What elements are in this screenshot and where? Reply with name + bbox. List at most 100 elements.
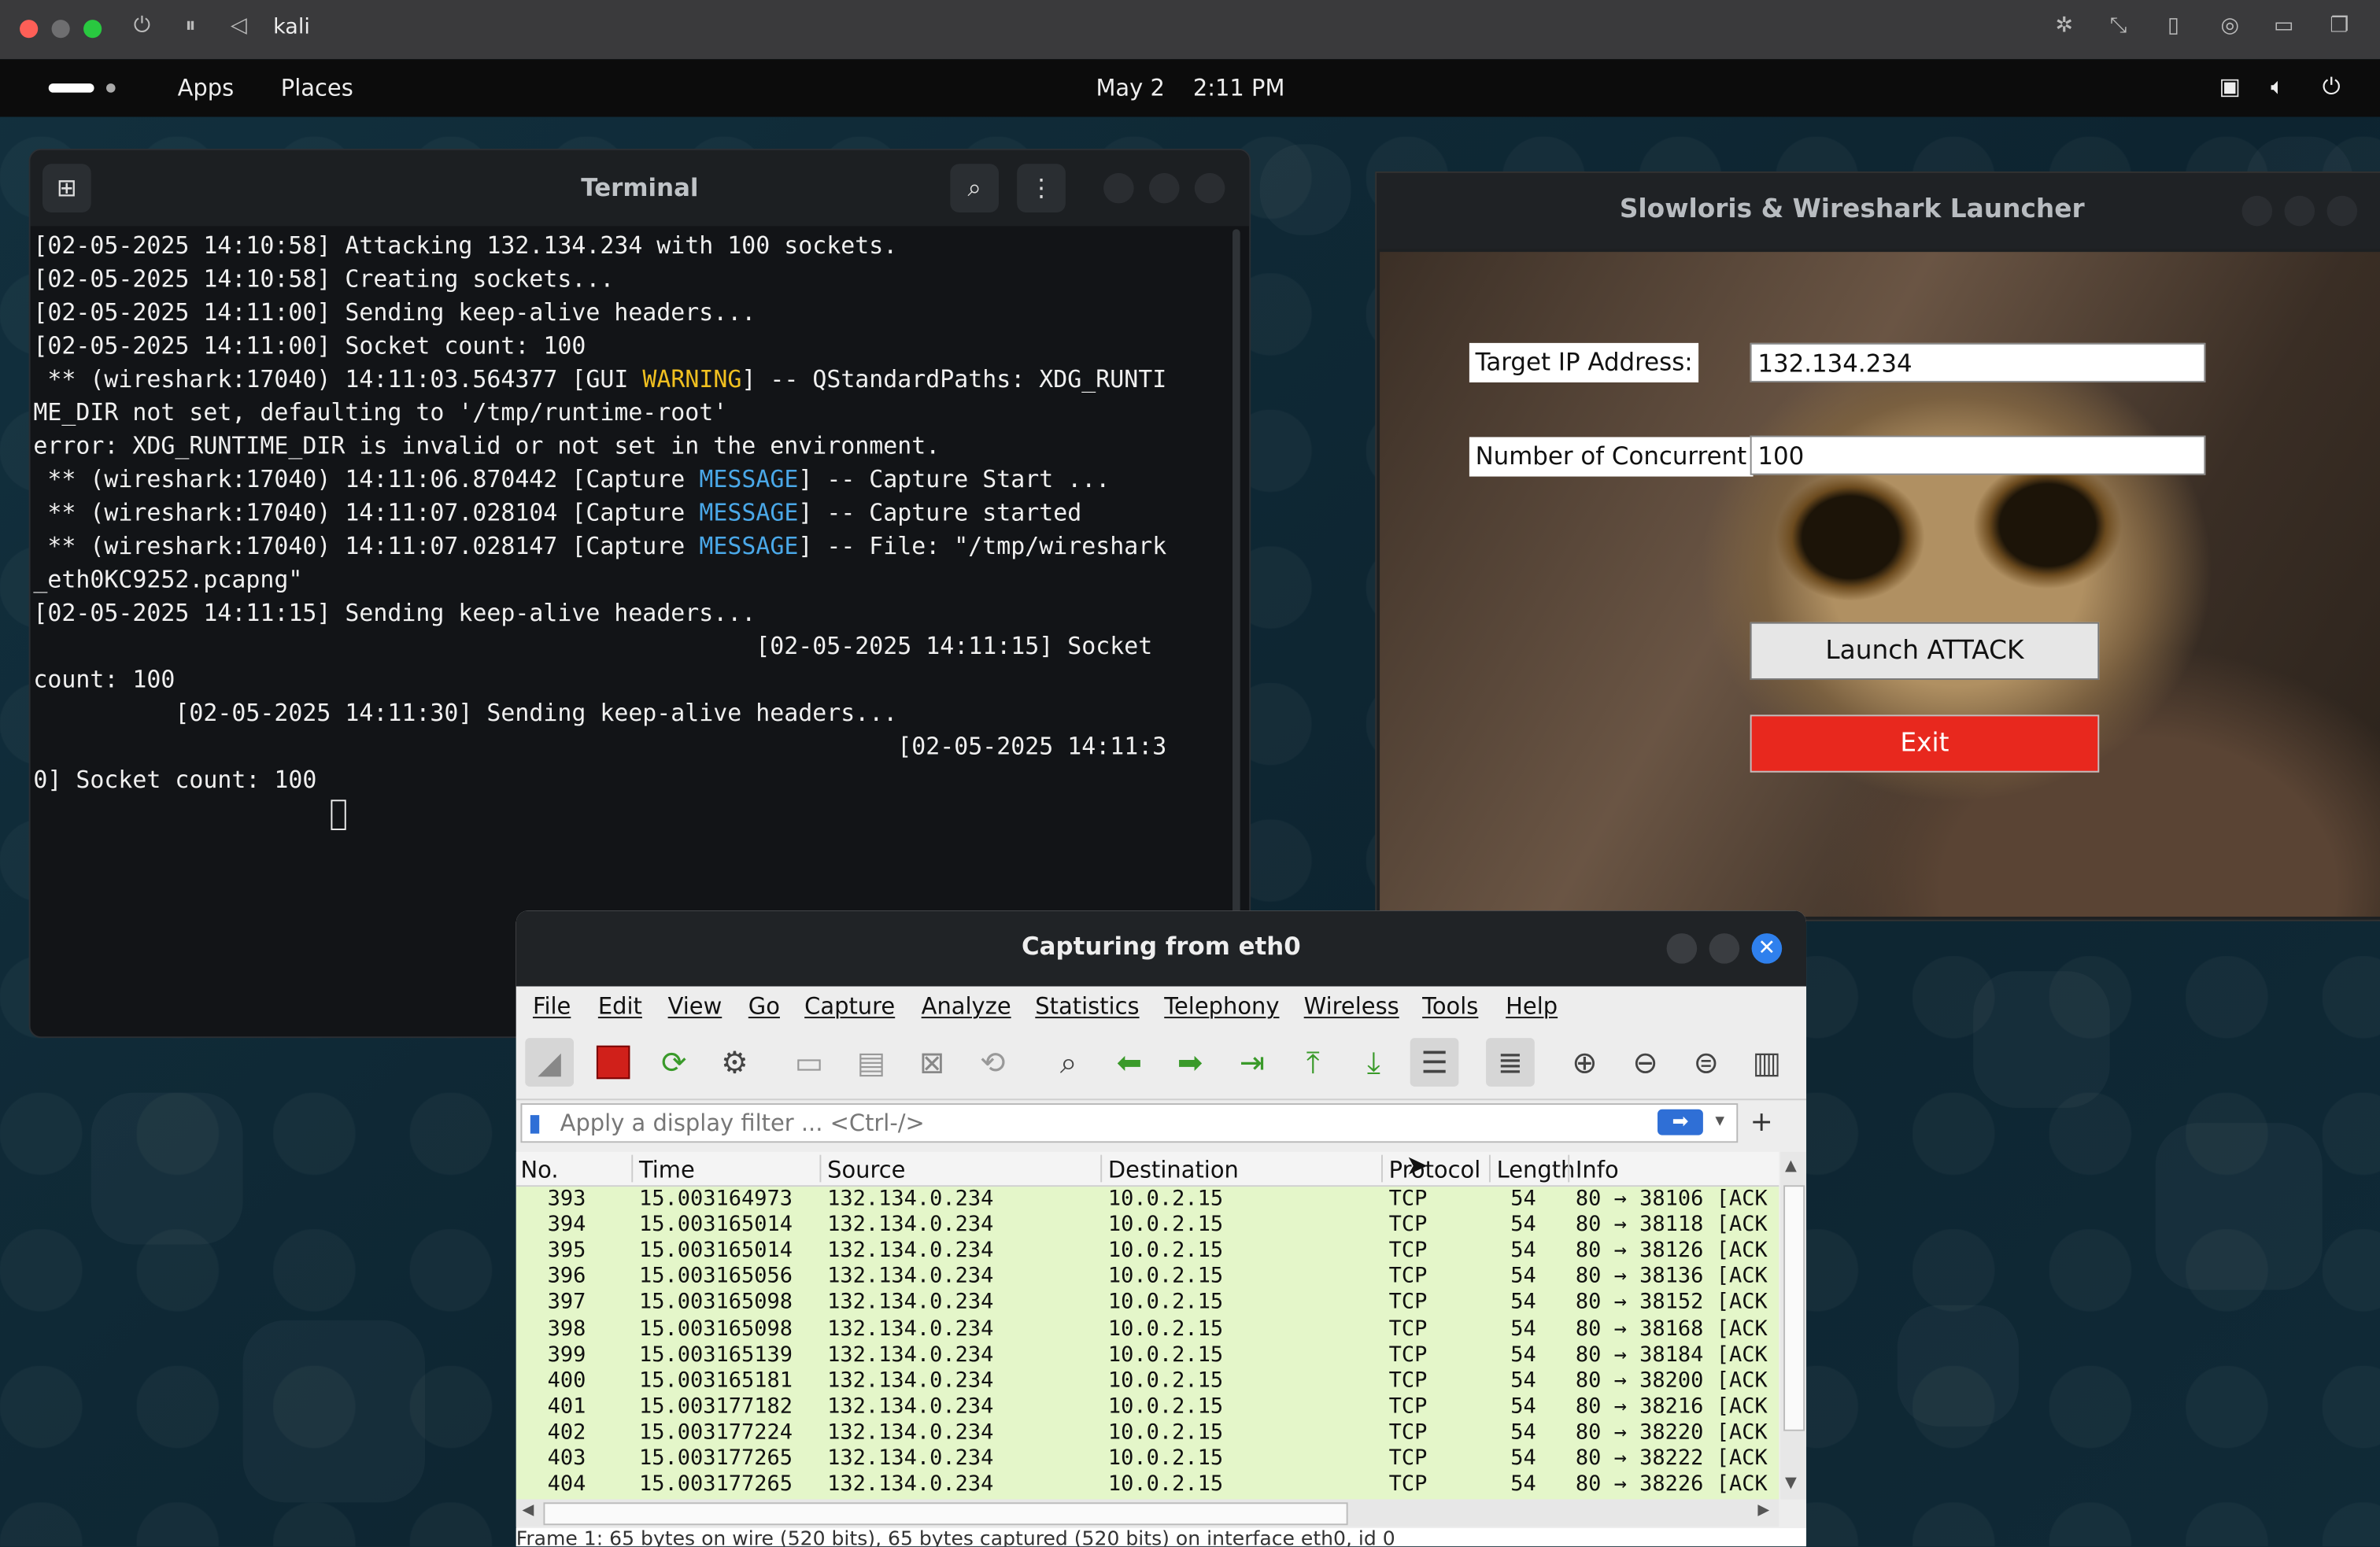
volume-icon[interactable]: 🔈︎: [2271, 73, 2284, 101]
table-row[interactable]: 403 15.003177265 132.134.0.234 10.0.2.15 TCP…: [516, 1446, 1779, 1472]
add-filter-icon[interactable]: +: [1750, 1106, 1773, 1139]
help-icon[interactable]: ▣: [2219, 73, 2241, 101]
usb-icon[interactable]: ▯: [2168, 13, 2179, 38]
menu-go[interactable]: Go: [748, 992, 780, 1020]
pause-icon[interactable]: ⏸: [185, 13, 196, 38]
exit-button[interactable]: Exit: [1750, 714, 2100, 773]
table-row[interactable]: 396 15.003165056 132.134.0.234 10.0.2.15 TCP…: [516, 1265, 1779, 1290]
minimize-window-button[interactable]: [51, 20, 70, 39]
menu-view[interactable]: View: [668, 992, 722, 1020]
workspace-indicator[interactable]: [48, 83, 94, 93]
menu-telephony[interactable]: Telephony: [1164, 992, 1279, 1020]
column-header-protocol[interactable]: Protocol: [1389, 1157, 1481, 1184]
panel-date[interactable]: May 2: [1096, 75, 1164, 102]
power-menu-icon[interactable]: ⏻: [2323, 73, 2341, 101]
table-row[interactable]: 395 15.003165014 132.134.0.234 10.0.2.15 TCP…: [516, 1239, 1779, 1265]
panel-time[interactable]: 2:11 PM: [1193, 75, 1285, 102]
stop-capture-icon[interactable]: [589, 1038, 638, 1087]
menu-tools[interactable]: Tools: [1422, 992, 1478, 1020]
terminal-scrollbar[interactable]: [1232, 229, 1240, 988]
table-row[interactable]: 397 15.003165098 132.134.0.234 10.0.2.15 TCP…: [516, 1290, 1779, 1316]
launcher-close-button[interactable]: [2326, 195, 2358, 227]
column-header-destination[interactable]: Destination: [1108, 1157, 1239, 1184]
capture-options-icon[interactable]: ⚙: [711, 1038, 759, 1087]
concurrent-input[interactable]: 100: [1750, 435, 2206, 475]
folder-icon[interactable]: ▭: [2274, 13, 2294, 38]
start-capture-icon[interactable]: ◢: [525, 1038, 575, 1087]
menu-icon[interactable]: ⋮: [1017, 164, 1066, 213]
go-to-packet-icon[interactable]: ⇥: [1228, 1038, 1277, 1087]
menu-help[interactable]: Help: [1506, 992, 1558, 1020]
column-separator[interactable]: [631, 1154, 634, 1183]
close-file-icon[interactable]: ⊠: [907, 1038, 956, 1087]
reload-file-icon[interactable]: ⟲: [968, 1038, 1017, 1087]
terminal-maximize-button[interactable]: [1148, 172, 1180, 204]
table-row[interactable]: 393 15.003164973 132.134.0.234 10.0.2.15 TCP…: [516, 1187, 1779, 1213]
places-menu[interactable]: Places: [281, 75, 353, 102]
menu-wireless[interactable]: Wireless: [1304, 992, 1399, 1020]
wireshark-close-button[interactable]: ✕: [1751, 933, 1783, 964]
zoom-window-button[interactable]: [83, 20, 102, 39]
normal-size-icon[interactable]: ⊜: [1682, 1038, 1731, 1087]
apply-filter-icon[interactable]: ➡: [1658, 1109, 1703, 1135]
filter-dropdown-icon[interactable]: ▾: [1715, 1109, 1724, 1131]
launcher-maximize-button[interactable]: [2284, 195, 2315, 227]
search-icon[interactable]: ⌕: [950, 164, 1000, 213]
go-forward-icon[interactable]: ➡: [1166, 1038, 1214, 1087]
column-header-info[interactable]: Info: [1576, 1157, 1619, 1184]
table-row[interactable]: 400 15.003165181 132.134.0.234 10.0.2.15 TCP…: [516, 1368, 1779, 1394]
brightness-icon[interactable]: ✲: [2055, 13, 2073, 38]
resize-icon[interactable]: ⤡: [2110, 13, 2127, 38]
save-file-icon[interactable]: ▤: [847, 1038, 896, 1087]
display-filter-bar[interactable]: ▮ Apply a display filter ... <Ctrl-/> ➡ …: [520, 1103, 1739, 1143]
last-packet-icon[interactable]: ⤓: [1350, 1038, 1399, 1087]
autoscroll-icon[interactable]: ☰: [1410, 1038, 1459, 1087]
launch-attack-button[interactable]: Launch ATTACK: [1750, 622, 2100, 681]
packet-list-vscrollbar[interactable]: ▲ ▼: [1780, 1151, 1807, 1500]
table-row[interactable]: 401 15.003177182 132.134.0.234 10.0.2.15 TCP…: [516, 1394, 1779, 1420]
target-ip-input[interactable]: 132.134.234: [1750, 342, 2206, 383]
column-separator[interactable]: [1488, 1154, 1491, 1183]
launcher-minimize-button[interactable]: [2241, 195, 2273, 227]
column-header-no[interactable]: No.: [521, 1157, 559, 1184]
first-packet-icon[interactable]: ⤒: [1288, 1038, 1337, 1087]
column-header-source[interactable]: Source: [827, 1157, 905, 1184]
table-row[interactable]: 404 15.003177265 132.134.0.234 10.0.2.15 TCP…: [516, 1472, 1779, 1498]
column-separator[interactable]: [1100, 1154, 1103, 1183]
apps-menu[interactable]: Apps: [178, 75, 235, 102]
menu-statistics[interactable]: Statistics: [1035, 992, 1139, 1020]
menu-analyze[interactable]: Analyze: [922, 992, 1011, 1020]
window-icon[interactable]: ❐: [2330, 13, 2349, 38]
column-separator[interactable]: [1568, 1154, 1570, 1183]
zoom-out-icon[interactable]: ⊖: [1621, 1038, 1670, 1087]
table-row[interactable]: 394 15.003165014 132.134.0.234 10.0.2.15 TCP…: [516, 1213, 1779, 1239]
table-row[interactable]: 399 15.003165139 132.134.0.234 10.0.2.15 TCP…: [516, 1342, 1779, 1368]
zoom-in-icon[interactable]: ⊕: [1561, 1038, 1609, 1087]
column-separator[interactable]: [1381, 1154, 1383, 1183]
workspace-dot[interactable]: [106, 83, 116, 93]
packet-detail-line[interactable]: Frame 1: 65 bytes on wire (520 bits), 65…: [516, 1528, 1807, 1547]
column-header-time[interactable]: Time: [639, 1157, 695, 1184]
open-file-icon[interactable]: ▭: [785, 1038, 833, 1087]
packet-list-hscrollbar[interactable]: ◀ ▶: [516, 1499, 1779, 1527]
menu-capture[interactable]: Capture: [804, 992, 895, 1020]
go-back-icon[interactable]: ⬅: [1105, 1038, 1154, 1087]
power-icon[interactable]: ⏻: [134, 13, 150, 38]
table-row[interactable]: 402 15.003177224 132.134.0.234 10.0.2.15 TCP…: [516, 1420, 1779, 1446]
filter-input[interactable]: Apply a display filter ... <Ctrl-/>: [560, 1109, 925, 1137]
wireshark-maximize-button[interactable]: [1709, 933, 1740, 964]
close-window-button[interactable]: [20, 20, 39, 39]
back-icon[interactable]: ◁: [231, 13, 247, 38]
column-separator[interactable]: [819, 1154, 822, 1183]
terminal-minimize-button[interactable]: [1103, 172, 1134, 204]
table-row[interactable]: 398 15.003165098 132.134.0.234 10.0.2.15 TCP…: [516, 1316, 1779, 1342]
menu-edit[interactable]: Edit: [598, 992, 642, 1020]
camera-icon[interactable]: ◎: [2221, 13, 2240, 38]
restart-capture-icon[interactable]: ⟳: [649, 1038, 698, 1087]
bookmark-icon[interactable]: ▮: [528, 1108, 541, 1137]
packet-list[interactable]: 393 15.003164973 132.134.0.234 10.0.2.15 TCP…: [516, 1187, 1779, 1500]
colorize-icon[interactable]: ≣: [1486, 1038, 1535, 1087]
resize-columns-icon[interactable]: ▥: [1743, 1038, 1791, 1087]
menu-file[interactable]: File: [533, 992, 571, 1020]
wireshark-minimize-button[interactable]: [1666, 933, 1698, 964]
